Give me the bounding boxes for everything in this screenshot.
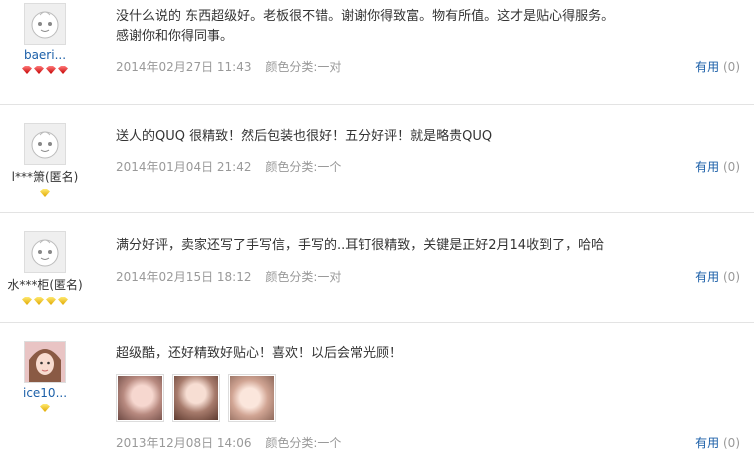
color-option: 颜色分类:一对 [265, 270, 342, 284]
gem-icon [22, 297, 32, 305]
review-text: 没什么说的 东西超级好。老板很不错。谢谢你得致富。物有所值。这才是贴心得服务。感… [116, 9, 615, 44]
gem-icon [58, 66, 68, 74]
review-meta: 2014年01月04日 21:42 颜色分类:一个 [116, 158, 341, 175]
useful-button[interactable]: 有用 (0) [695, 434, 740, 451]
useful-label[interactable]: 有用 [695, 436, 719, 450]
reviewer-name: 水***柜(匿名) [7, 278, 83, 292]
review-date: 2014年01月04日 21:42 [116, 160, 252, 174]
reviewer-name: l***箫(匿名) [11, 170, 79, 184]
gem-icon [46, 66, 56, 74]
useful-button[interactable]: 有用 (0) [695, 268, 740, 285]
color-option: 颜色分类:一个 [265, 160, 342, 174]
gem-icon [58, 297, 68, 305]
gem-icon [34, 297, 44, 305]
review-text: 满分好评，卖家还写了手写信，手写的..耳钉很精致，关键是正好2月14收到了，哈哈 [116, 238, 605, 253]
review-item: 水***柜(匿名) 满分好评，卖家还写了手写信，手写的..耳钉很精致，关键是正好… [0, 213, 754, 323]
reviewer-info: l***箫(匿名) [0, 123, 90, 197]
default-avatar-icon [31, 11, 59, 39]
reviewer-rank-gems [0, 187, 90, 197]
review-meta: 2013年12月08日 14:06 颜色分类:一个 [116, 434, 341, 451]
reviewer-rank-gems [0, 402, 90, 412]
review-photos [116, 374, 276, 422]
reviewer-info: baeri... [0, 3, 90, 74]
useful-count: (0) [723, 60, 740, 74]
avatar[interactable] [24, 123, 66, 165]
color-option: 颜色分类:一个 [265, 436, 342, 450]
gem-icon [34, 66, 44, 74]
avatar[interactable] [24, 3, 66, 45]
reviewer-rank-gems [0, 64, 90, 74]
review-item: l***箫(匿名) 送人的QUQ 很精致！然后包装也很好！五分好评！就是略贵QU… [0, 105, 754, 213]
useful-count: (0) [723, 160, 740, 174]
review-text: 送人的QUQ 很精致！然后包装也很好！五分好评！就是略贵QUQ [116, 129, 493, 144]
reviewer-info: ice10... [0, 341, 90, 412]
review-photo-thumbnail[interactable] [228, 374, 276, 422]
useful-label[interactable]: 有用 [695, 60, 719, 74]
gem-icon [40, 404, 50, 412]
reviewer-name[interactable]: baeri... [0, 48, 90, 62]
useful-label[interactable]: 有用 [695, 160, 719, 174]
user-photo-avatar-icon [25, 342, 65, 382]
useful-label[interactable]: 有用 [695, 270, 719, 284]
useful-count: (0) [723, 270, 740, 284]
review-photo-thumbnail[interactable] [172, 374, 220, 422]
review-photo-thumbnail[interactable] [116, 374, 164, 422]
review-item: baeri... 没什么说的 东西超级好。老板很不错。谢谢你得致富。物有所值。这… [0, 0, 754, 105]
review-meta: 2014年02月15日 18:12 颜色分类:一对 [116, 268, 341, 285]
color-option: 颜色分类:一对 [265, 60, 342, 74]
default-avatar-icon [31, 131, 59, 159]
gem-icon [22, 66, 32, 74]
useful-count: (0) [723, 436, 740, 450]
review-date: 2014年02月15日 18:12 [116, 270, 252, 284]
avatar[interactable] [24, 231, 66, 273]
review-meta: 2014年02月27日 11:43 颜色分类:一对 [116, 58, 341, 75]
review-date: 2013年12月08日 14:06 [116, 436, 252, 450]
review-text: 超级酷，还好精致好贴心！喜欢！以后会常光顾！ [116, 346, 403, 361]
reviewer-info: 水***柜(匿名) [0, 231, 90, 305]
review-date: 2014年02月27日 11:43 [116, 60, 252, 74]
review-item: ice10... 超级酷，还好精致好贴心！喜欢！以后会常光顾！ 2013年12月… [0, 323, 754, 465]
useful-button[interactable]: 有用 (0) [695, 158, 740, 175]
reviewer-name[interactable]: ice10... [0, 386, 90, 400]
gem-icon [46, 297, 56, 305]
avatar[interactable] [24, 341, 66, 383]
default-avatar-icon [31, 239, 59, 267]
gem-icon [40, 189, 50, 197]
reviewer-rank-gems [0, 295, 90, 305]
useful-button[interactable]: 有用 (0) [695, 58, 740, 75]
